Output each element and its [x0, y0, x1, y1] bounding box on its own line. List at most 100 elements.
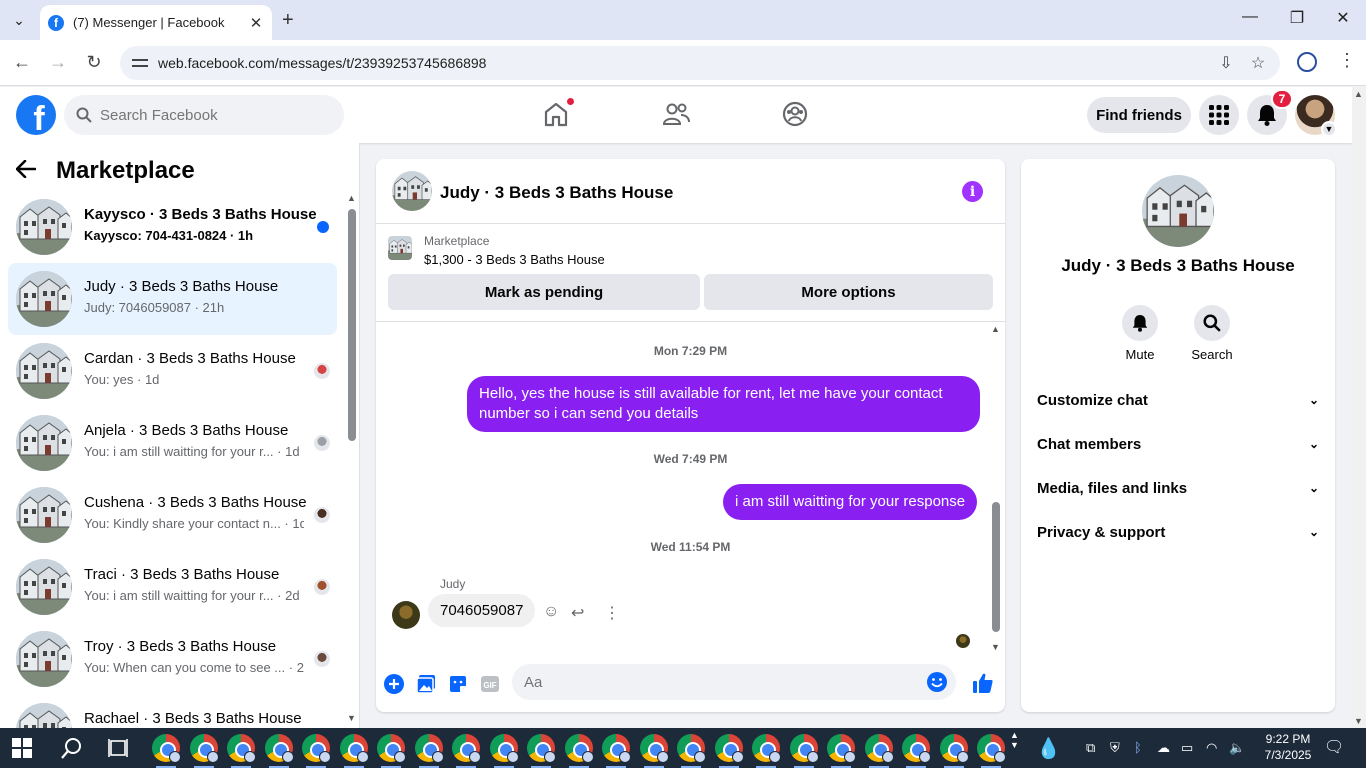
sender-avatar[interactable] [392, 601, 420, 629]
task-view-icon[interactable] [108, 738, 128, 758]
scroll-up-icon[interactable]: ▲ [991, 324, 1000, 334]
conversation-item[interactable]: Rachael · 3 Beds 3 Baths House [8, 695, 337, 728]
chrome-taskbar-icon[interactable] [977, 734, 1006, 763]
scroll-thumb[interactable] [992, 502, 1000, 632]
install-app-icon[interactable]: ⇩ [1216, 53, 1236, 73]
scroll-up-icon[interactable]: ▲ [347, 193, 356, 203]
reply-icon[interactable]: ↩ [571, 603, 584, 623]
conversation-item[interactable]: Judy · 3 Beds 3 Baths House Judy: 7046059… [8, 263, 337, 335]
chrome-taskbar-icon[interactable] [339, 734, 369, 763]
conversation-scrollbar[interactable]: ▲ ▼ [344, 193, 358, 723]
taskbar-overflow-icon[interactable]: ▲ ▼ [1010, 730, 1019, 750]
friends-nav[interactable] [661, 99, 691, 129]
notification-center-icon[interactable]: 🗨 [1324, 737, 1344, 757]
more-actions-icon[interactable]: ⋮ [604, 603, 620, 623]
conversation-item[interactable]: Anjela · 3 Beds 3 Baths House You: i am s… [8, 407, 337, 479]
chrome-taskbar-icon[interactable] [227, 734, 256, 763]
chrome-taskbar-icon[interactable] [414, 734, 444, 763]
water-drop-icon[interactable]: 💧 [1036, 736, 1061, 761]
page-scrollbar[interactable]: ▲ ▼ [1352, 87, 1366, 728]
groups-nav[interactable] [780, 99, 810, 129]
scroll-up-icon[interactable]: ▲ [1354, 89, 1363, 99]
home-nav[interactable] [541, 97, 575, 129]
media-files-links-row[interactable]: Media, files and links ⌄ [1037, 472, 1319, 504]
conversation-item[interactable]: Troy · 3 Beds 3 Baths House You: When can… [8, 623, 337, 695]
restore-icon[interactable]: ❐ [1283, 8, 1311, 28]
reload-icon[interactable]: ↻ [83, 52, 105, 73]
outgoing-message[interactable]: Hello, yes the house is still available … [467, 376, 980, 432]
chrome-taskbar-icon[interactable] [677, 734, 706, 763]
chrome-taskbar-icon[interactable] [939, 734, 969, 763]
chrome-taskbar-icon[interactable] [452, 734, 481, 763]
chrome-taskbar-icon[interactable] [639, 734, 669, 763]
listing-price-title[interactable]: $1,300 - 3 Beds 3 Baths House [424, 252, 605, 267]
scroll-thumb[interactable] [348, 209, 356, 441]
url-text[interactable]: web.facebook.com/messages/t/239392537456… [158, 55, 1216, 71]
scroll-down-icon[interactable]: ▼ [1354, 716, 1363, 726]
chrome-taskbar-icon[interactable] [902, 734, 931, 763]
conversation-item[interactable]: Traci · 3 Beds 3 Baths House You: i am st… [8, 551, 337, 623]
chat-scrollbar[interactable]: ▲ ▼ [990, 322, 1002, 652]
chrome-taskbar-icon[interactable] [827, 734, 856, 763]
security-shield-icon[interactable]: ⛨ [1110, 740, 1120, 756]
tab-close-icon[interactable]: ✕ [248, 14, 264, 32]
message-input[interactable] [524, 673, 904, 691]
privacy-support-row[interactable]: Privacy & support ⌄ [1037, 516, 1319, 548]
chrome-taskbar-icon[interactable] [489, 734, 519, 763]
browser-tab[interactable]: f (7) Messenger | Facebook ✕ [40, 5, 272, 40]
battery-icon[interactable]: ▭ [1181, 740, 1193, 756]
chat-members-row[interactable]: Chat members ⌄ [1037, 428, 1319, 460]
site-info-icon[interactable] [132, 56, 148, 70]
conversation-item[interactable]: Kayysco · 3 Beds 3 Baths House Kayysco: 7… [8, 191, 337, 263]
volume-icon[interactable]: 🔈 [1229, 740, 1245, 756]
system-clock[interactable]: 9:22 PM 7/3/2025 [1258, 731, 1318, 763]
profile-icon[interactable] [1297, 52, 1317, 72]
conversation-item[interactable]: Cardan · 3 Beds 3 Baths House You: yes · … [8, 335, 337, 407]
chrome-taskbar-icon[interactable] [602, 734, 631, 763]
chrome-taskbar-icon[interactable] [302, 734, 331, 763]
chrome-taskbar-icon[interactable] [714, 734, 744, 763]
chrome-taskbar-icon[interactable] [189, 734, 219, 763]
conversation-item[interactable]: Cushena · 3 Beds 3 Baths House You: Kindl… [8, 479, 337, 551]
chrome-taskbar-icon[interactable] [789, 734, 819, 763]
react-emoji-icon[interactable]: ☺ [543, 603, 559, 621]
listing-thumbnail[interactable] [388, 236, 412, 260]
chrome-taskbar-icon[interactable] [264, 734, 294, 763]
account-chevron-icon[interactable]: ▼ [1321, 121, 1337, 137]
thumbs-up-icon[interactable] [972, 672, 993, 693]
scroll-down-icon[interactable]: ▼ [347, 713, 356, 723]
tray-app-icon[interactable]: ⧉ [1086, 740, 1095, 756]
facebook-logo-icon[interactable]: f [16, 95, 56, 135]
bookmark-star-icon[interactable]: ☆ [1248, 53, 1268, 73]
back-icon[interactable]: ← [11, 52, 33, 73]
new-tab-icon[interactable]: + [282, 9, 294, 32]
emoji-icon[interactable] [926, 671, 948, 693]
info-icon[interactable]: i [962, 181, 983, 202]
incoming-message[interactable]: 7046059087 [428, 594, 536, 627]
address-bar[interactable]: web.facebook.com/messages/t/239392537456… [120, 46, 1280, 80]
sticker-icon[interactable] [448, 674, 468, 694]
search-input[interactable] [100, 106, 320, 124]
chrome-taskbar-icon[interactable] [752, 734, 781, 763]
more-options-button[interactable]: More options [704, 274, 993, 310]
minimize-icon[interactable]: — [1236, 8, 1264, 26]
outgoing-message[interactable]: i am still waitting for your response [723, 484, 978, 520]
menu-button[interactable] [1199, 95, 1239, 135]
search-in-chat-button[interactable]: Search [1187, 305, 1237, 362]
browser-menu-icon[interactable]: ⋮ [1338, 50, 1356, 71]
taskbar-search-icon[interactable] [60, 736, 84, 760]
message-input-field[interactable] [512, 664, 956, 700]
photo-icon[interactable] [416, 674, 436, 694]
chat-title[interactable]: Judy · 3 Beds 3 Baths House [440, 183, 673, 203]
close-window-icon[interactable]: ✕ [1329, 8, 1357, 28]
tab-search-chevron-icon[interactable]: ⌄ [6, 8, 32, 32]
wifi-icon[interactable]: ◠ [1206, 740, 1217, 756]
details-listing-photo[interactable] [1142, 175, 1214, 247]
scroll-down-icon[interactable]: ▼ [991, 642, 1000, 652]
plus-icon[interactable] [384, 674, 404, 694]
chrome-taskbar-icon[interactable] [527, 734, 556, 763]
windows-start-icon[interactable] [12, 738, 32, 758]
chrome-taskbar-icon[interactable] [377, 734, 406, 763]
mark-as-pending-button[interactable]: Mark as pending [388, 274, 700, 310]
facebook-search[interactable] [64, 95, 344, 135]
